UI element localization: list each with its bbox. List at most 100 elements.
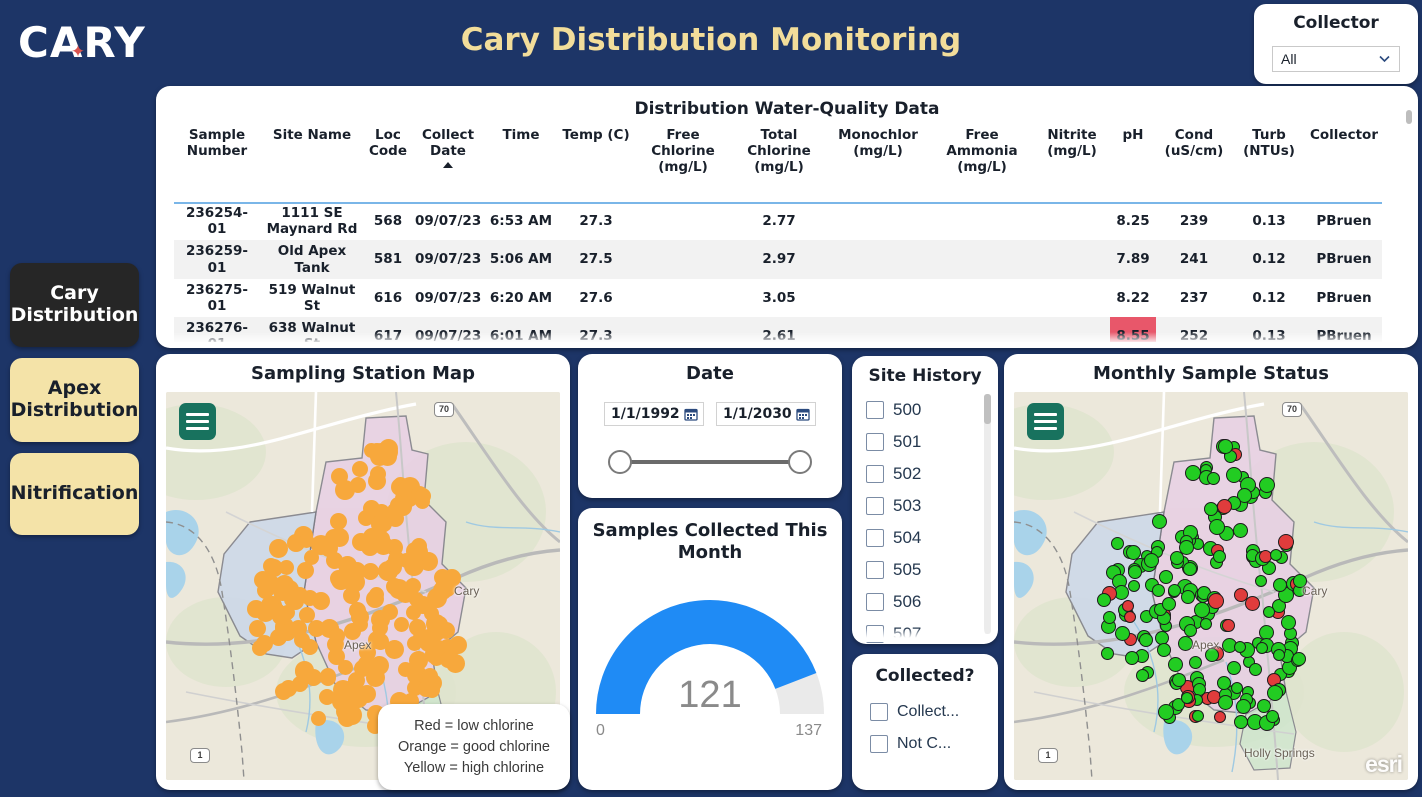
sampling-station-marker[interactable] (387, 503, 402, 518)
sampling-station-marker[interactable] (338, 709, 356, 727)
collected-marker[interactable] (1115, 626, 1130, 641)
sampling-station-marker[interactable] (249, 620, 266, 637)
sampling-station-marker[interactable] (398, 662, 413, 677)
sampling-station-marker[interactable] (382, 604, 398, 620)
collected-marker[interactable] (1172, 673, 1186, 687)
site-history-item[interactable]: 505 (866, 554, 984, 586)
sampling-station-marker[interactable] (366, 668, 385, 687)
collected-marker[interactable] (1192, 710, 1204, 722)
checkbox[interactable] (866, 529, 884, 547)
collected-marker[interactable] (1234, 641, 1246, 653)
collected-marker[interactable] (1218, 695, 1233, 710)
sidebar-item-cary-distribution[interactable]: Cary Distribution (10, 263, 139, 347)
checkbox[interactable] (866, 465, 884, 483)
sampling-station-marker[interactable] (449, 636, 467, 654)
hamburger-menu-icon[interactable] (1027, 403, 1064, 440)
not-collected-marker[interactable] (1234, 588, 1248, 602)
collected-marker[interactable] (1111, 537, 1124, 550)
collected-marker[interactable] (1255, 575, 1267, 587)
collector-dropdown[interactable]: All (1272, 46, 1400, 72)
not-collected-marker[interactable] (1278, 534, 1294, 550)
site-history-item[interactable]: 503 (866, 490, 984, 522)
collected-marker[interactable] (1231, 682, 1243, 694)
column-header[interactable]: Time (484, 124, 558, 202)
slider-handle-min[interactable] (608, 450, 632, 474)
sampling-station-marker[interactable] (275, 683, 292, 700)
collected-marker[interactable] (1209, 519, 1225, 535)
sampling-station-marker[interactable] (269, 539, 288, 558)
collected-marker[interactable] (1217, 676, 1231, 690)
calendar-icon[interactable] (684, 407, 698, 421)
not-collected-marker[interactable] (1208, 593, 1224, 609)
column-header[interactable]: Sample Number (174, 124, 260, 202)
column-header[interactable]: Collector (1306, 124, 1382, 202)
table-row[interactable]: 236254-011111 SE Maynard Rd56809/07/236:… (174, 202, 1382, 240)
sidebar-item-nitrification[interactable]: Nitrification (10, 453, 139, 535)
not-collected-marker[interactable] (1217, 499, 1232, 514)
date-range-slider[interactable] (608, 450, 812, 474)
sampling-station-marker[interactable] (319, 689, 335, 705)
collected-marker[interactable] (1273, 649, 1285, 661)
sampling-station-marker[interactable] (420, 629, 438, 647)
table-row[interactable]: 236276-01638 Walnut St61709/07/236:01 AM… (174, 317, 1382, 342)
collected-marker[interactable] (1194, 602, 1210, 618)
collected-marker[interactable] (1126, 545, 1141, 560)
collected-item[interactable]: Not C... (870, 728, 986, 760)
slider-handle-max[interactable] (788, 450, 812, 474)
sampling-station-marker[interactable] (368, 472, 386, 490)
sampling-station-marker[interactable] (295, 662, 314, 681)
checkbox[interactable] (870, 735, 888, 753)
sampling-station-marker[interactable] (349, 602, 366, 619)
table-scroll-region[interactable]: Sample NumberSite NameLoc CodeCollect Da… (174, 124, 1402, 342)
sampling-station-marker[interactable] (358, 685, 376, 703)
scrollbar-thumb[interactable] (984, 394, 991, 424)
column-header[interactable]: Collect Date (412, 124, 484, 202)
checkbox[interactable] (866, 593, 884, 611)
table-row[interactable]: 236275-01519 Walnut St61609/07/236:20 AM… (174, 279, 1382, 317)
sampling-station-marker[interactable] (256, 635, 273, 652)
column-header[interactable]: Free Chlorine (mg/L) (634, 124, 732, 202)
column-header[interactable]: Total Chlorine (mg/L) (732, 124, 826, 202)
checkbox[interactable] (866, 497, 884, 515)
collected-marker[interactable] (1181, 692, 1193, 704)
collected-marker[interactable] (1189, 656, 1202, 669)
table-scrollbar[interactable] (1406, 110, 1412, 124)
monthly-sample-status-map[interactable]: esri ApexCaryHolly Springs701 (1014, 392, 1408, 780)
not-collected-marker[interactable] (1222, 619, 1235, 632)
sampling-station-marker[interactable] (371, 515, 390, 534)
sampling-station-marker[interactable] (440, 652, 456, 668)
column-header[interactable]: Loc Code (364, 124, 412, 202)
sampling-station-marker[interactable] (261, 596, 279, 614)
collected-marker[interactable] (1226, 467, 1242, 483)
collected-marker[interactable] (1233, 523, 1248, 538)
column-header[interactable]: Turb (NTUs) (1232, 124, 1306, 202)
sidebar-item-apex-distribution[interactable]: Apex Distribution (10, 358, 139, 442)
sampling-station-marker[interactable] (394, 617, 409, 632)
column-header[interactable]: pH (1110, 124, 1156, 202)
collected-marker[interactable] (1157, 643, 1171, 657)
date-to-input[interactable]: 1/1/2030 (716, 402, 816, 426)
collected-marker[interactable] (1125, 651, 1139, 665)
site-history-scrollbar[interactable] (984, 394, 991, 634)
collected-marker[interactable] (1168, 584, 1181, 597)
sampling-station-marker[interactable] (284, 591, 301, 608)
sampling-station-marker[interactable] (308, 620, 325, 637)
sampling-station-marker[interactable] (311, 711, 326, 726)
calendar-icon[interactable] (796, 407, 810, 421)
sampling-station-marker[interactable] (361, 538, 379, 556)
column-header[interactable]: Site Name (260, 124, 364, 202)
column-header[interactable]: Temp (C) (558, 124, 634, 202)
collected-marker[interactable] (1236, 699, 1251, 714)
collected-marker[interactable] (1204, 502, 1218, 516)
column-header[interactable]: Nitrite (mg/L) (1034, 124, 1110, 202)
checkbox[interactable] (870, 703, 888, 721)
collected-marker[interactable] (1249, 663, 1262, 676)
collected-marker[interactable] (1128, 565, 1142, 579)
site-history-item[interactable]: 500 (866, 394, 984, 426)
collected-marker[interactable] (1101, 647, 1114, 660)
sampling-station-marker[interactable] (335, 480, 355, 500)
site-history-item[interactable]: 504 (866, 522, 984, 554)
sampling-station-marker[interactable] (415, 488, 431, 504)
site-history-item[interactable]: 506 (866, 586, 984, 618)
sampling-station-marker[interactable] (404, 556, 424, 576)
